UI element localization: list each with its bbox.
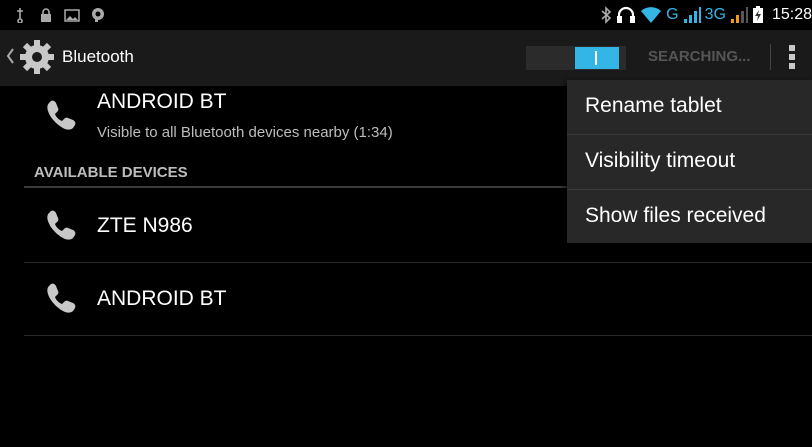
usb-icon [17,8,23,23]
page-title: Bluetooth [62,47,134,66]
network-type-3g: 3G [704,6,726,23]
headset-icon [617,6,636,23]
image-icon [64,9,80,22]
device-name: ANDROID BT [97,90,227,113]
settings-gear-icon[interactable] [18,38,56,76]
visibility-status: Visible to all Bluetooth devices nearby … [97,124,393,141]
available-devices-header: AVAILABLE DEVICES [34,164,188,181]
status-right-icons: G 3G 15:28 [600,6,812,24]
phone-icon [47,210,76,240]
device-name: ANDROID BT [97,287,227,310]
list-item[interactable]: ANDROID BT [0,263,812,335]
status-left-icons [12,7,106,23]
menu-item-label: Visibility timeout [585,149,736,172]
signal-icon-2 [730,7,748,23]
device-name: ZTE N986 [97,214,193,237]
phone-icon [47,283,76,313]
battery-icon [752,6,763,23]
phone-icon [47,100,76,130]
clock: 15:28 [771,6,812,23]
network-type-g: G [666,6,679,23]
overflow-menu: Rename tablet Visibility timeout Show fi… [567,80,812,243]
lock-icon [41,8,51,22]
bluetooth-toggle-thumb[interactable] [575,47,619,69]
back-chevron-icon[interactable] [6,48,14,64]
status-bar: G 3G 15:28 [0,0,812,30]
wifi-icon [641,7,662,23]
row-divider [24,335,812,336]
action-bar: Bluetooth SEARCHING... [0,30,812,86]
menu-item-visibility-timeout[interactable]: Visibility timeout [567,135,812,189]
menu-item-label: Rename tablet [585,94,722,117]
search-devices-button[interactable]: SEARCHING... [648,48,751,65]
signal-icon [683,7,701,23]
action-divider [770,44,771,70]
overflow-menu-icon[interactable] [780,42,804,72]
menu-item-label: Show files received [585,204,766,227]
menu-item-show-files-received[interactable]: Show files received [567,190,812,244]
bluetooth-icon [601,6,612,24]
chat-icon [92,8,104,22]
menu-item-rename-tablet[interactable]: Rename tablet [567,80,812,134]
